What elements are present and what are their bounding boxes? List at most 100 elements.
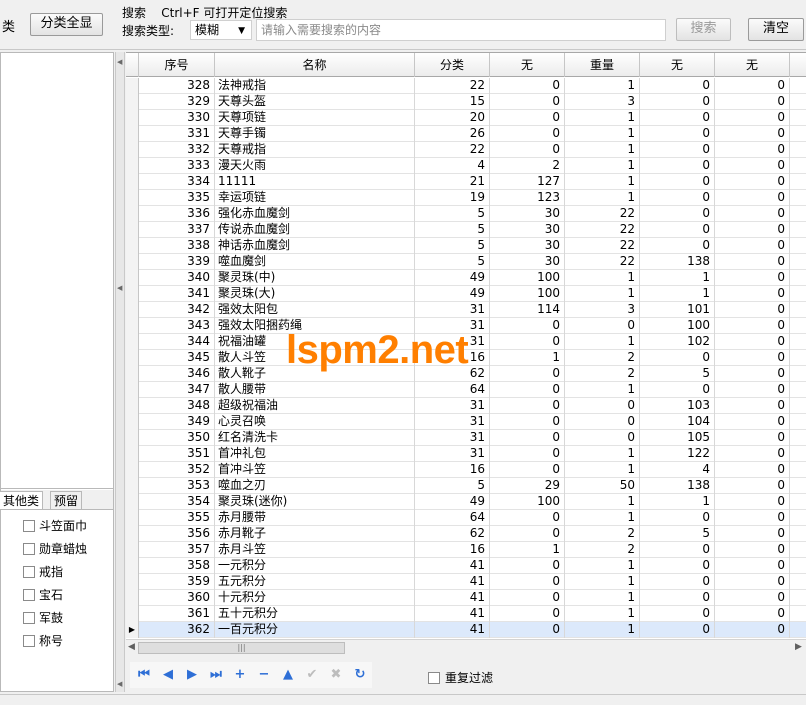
- tab-reserved[interactable]: 预留: [50, 491, 83, 509]
- cell-none-2[interactable]: 0: [640, 78, 715, 94]
- last-icon[interactable]: ⏭: [206, 665, 226, 685]
- table-row[interactable]: 332 天尊戒指 22 0 1 0 0: [126, 142, 806, 158]
- cell-none-3[interactable]: 0: [715, 238, 790, 254]
- cell-category[interactable]: 15: [415, 94, 490, 110]
- cell-category[interactable]: 41: [415, 606, 490, 622]
- table-row[interactable]: 336 强化赤血魔剑 5 30 22 0 0: [126, 206, 806, 222]
- cell-name[interactable]: 首冲礼包: [215, 446, 415, 462]
- cell-name[interactable]: 红名清洗卡: [215, 430, 415, 446]
- show-all-categories-button[interactable]: 分类全显: [30, 13, 103, 36]
- cell-id[interactable]: 346: [139, 366, 215, 382]
- cell-none-2[interactable]: 103: [640, 398, 715, 414]
- table-row[interactable]: 335 幸运项链 19 123 1 0 0: [126, 190, 806, 206]
- row-indicator[interactable]: [126, 158, 139, 174]
- row-indicator[interactable]: [126, 270, 139, 286]
- cell-none-3[interactable]: 0: [715, 334, 790, 350]
- cell-name[interactable]: 天尊手镯: [215, 126, 415, 142]
- checkbox[interactable]: [23, 635, 35, 647]
- table-row[interactable]: 329 天尊头盔 15 0 3 0 0: [126, 94, 806, 110]
- cell-none-3[interactable]: 0: [715, 174, 790, 190]
- cell-category[interactable]: 41: [415, 590, 490, 606]
- cell-weight[interactable]: 2: [565, 542, 640, 558]
- cell-category[interactable]: 4: [415, 158, 490, 174]
- cell-none-1[interactable]: 30: [490, 222, 565, 238]
- row-indicator[interactable]: [126, 254, 139, 270]
- category-checkbox-row[interactable]: 勋章蜡烛: [23, 540, 87, 558]
- cell-none-1[interactable]: 0: [490, 94, 565, 110]
- duplicate-filter-checkbox[interactable]: [428, 671, 440, 684]
- row-indicator[interactable]: [126, 238, 139, 254]
- cell-name[interactable]: 传说赤血魔剑: [215, 222, 415, 238]
- row-indicator[interactable]: [126, 606, 139, 622]
- collapse-left-icon[interactable]: ◀: [117, 680, 122, 688]
- cell-id[interactable]: 362: [139, 622, 215, 638]
- cell-name[interactable]: 强化赤血魔剑: [215, 206, 415, 222]
- table-row[interactable]: 352 首冲斗笠 16 0 1 4 0: [126, 462, 806, 478]
- cell-weight[interactable]: 1: [565, 574, 640, 590]
- table-row[interactable]: 360 十元积分 41 0 1 0 0: [126, 590, 806, 606]
- table-row[interactable]: 328 法神戒指 22 0 1 0 0: [126, 78, 806, 94]
- cell-name[interactable]: 天尊头盔: [215, 94, 415, 110]
- cell-id[interactable]: 353: [139, 478, 215, 494]
- cell-weight[interactable]: 1: [565, 126, 640, 142]
- cell-id[interactable]: 343: [139, 318, 215, 334]
- cell-none-1[interactable]: 0: [490, 430, 565, 446]
- checkbox[interactable]: [23, 566, 35, 578]
- current-row-icon[interactable]: ▶: [126, 622, 139, 638]
- cell-weight[interactable]: 1: [565, 78, 640, 94]
- cell-none-3[interactable]: 0: [715, 142, 790, 158]
- cell-name[interactable]: 天尊项链: [215, 110, 415, 126]
- cell-none-2[interactable]: 0: [640, 238, 715, 254]
- column-header[interactable]: 重量: [565, 53, 640, 77]
- cell-none-1[interactable]: 100: [490, 494, 565, 510]
- row-indicator[interactable]: [126, 350, 139, 366]
- cell-category[interactable]: 49: [415, 494, 490, 510]
- search-button[interactable]: 搜索: [676, 18, 731, 41]
- cell-name[interactable]: 聚灵珠(大): [215, 286, 415, 302]
- cell-name[interactable]: 赤月腰带: [215, 510, 415, 526]
- table-row[interactable]: 357 赤月斗笠 16 1 2 0 0: [126, 542, 806, 558]
- table-row[interactable]: 342 强效太阳包 31 114 3 101 0: [126, 302, 806, 318]
- table-row[interactable]: 361 五十元积分 41 0 1 0 0: [126, 606, 806, 622]
- cell-name[interactable]: 强效太阳捆药绳: [215, 318, 415, 334]
- cell-none-3[interactable]: 0: [715, 510, 790, 526]
- table-row[interactable]: 334 11111 21 127 1 0 0: [126, 174, 806, 190]
- cell-none-3[interactable]: 0: [715, 398, 790, 414]
- cell-none-1[interactable]: 123: [490, 190, 565, 206]
- cell-weight[interactable]: 1: [565, 286, 640, 302]
- table-row[interactable]: 330 天尊项链 20 0 1 0 0: [126, 110, 806, 126]
- cell-none-2[interactable]: 5: [640, 526, 715, 542]
- cell-id[interactable]: 340: [139, 270, 215, 286]
- cell-none-2[interactable]: 105: [640, 430, 715, 446]
- cell-name[interactable]: 聚灵珠(迷你): [215, 494, 415, 510]
- cell-weight[interactable]: 0: [565, 318, 640, 334]
- cell-none-2[interactable]: 102: [640, 334, 715, 350]
- cell-none-2[interactable]: 138: [640, 478, 715, 494]
- cell-none-1[interactable]: 0: [490, 558, 565, 574]
- cell-category[interactable]: 26: [415, 126, 490, 142]
- cell-category[interactable]: 16: [415, 542, 490, 558]
- cell-weight[interactable]: 50: [565, 478, 640, 494]
- cell-category[interactable]: 22: [415, 142, 490, 158]
- cell-none-3[interactable]: 0: [715, 94, 790, 110]
- cell-name[interactable]: 漫天火雨: [215, 158, 415, 174]
- row-indicator[interactable]: [126, 174, 139, 190]
- cell-none-1[interactable]: 0: [490, 126, 565, 142]
- cell-none-1[interactable]: 0: [490, 590, 565, 606]
- row-indicator[interactable]: [126, 142, 139, 158]
- row-indicator[interactable]: [126, 78, 139, 94]
- cell-id[interactable]: 360: [139, 590, 215, 606]
- search-type-select[interactable]: 模糊 ▼: [190, 20, 252, 40]
- cell-category[interactable]: 5: [415, 478, 490, 494]
- checkbox[interactable]: [23, 589, 35, 601]
- tab-other[interactable]: 其他类: [0, 491, 44, 509]
- cell-id[interactable]: 339: [139, 254, 215, 270]
- cell-weight[interactable]: 1: [565, 494, 640, 510]
- cell-id[interactable]: 359: [139, 574, 215, 590]
- cell-id[interactable]: 350: [139, 430, 215, 446]
- cell-none-3[interactable]: 0: [715, 254, 790, 270]
- cell-none-3[interactable]: 0: [715, 302, 790, 318]
- cell-none-3[interactable]: 0: [715, 222, 790, 238]
- cell-category[interactable]: 49: [415, 286, 490, 302]
- cell-id[interactable]: 342: [139, 302, 215, 318]
